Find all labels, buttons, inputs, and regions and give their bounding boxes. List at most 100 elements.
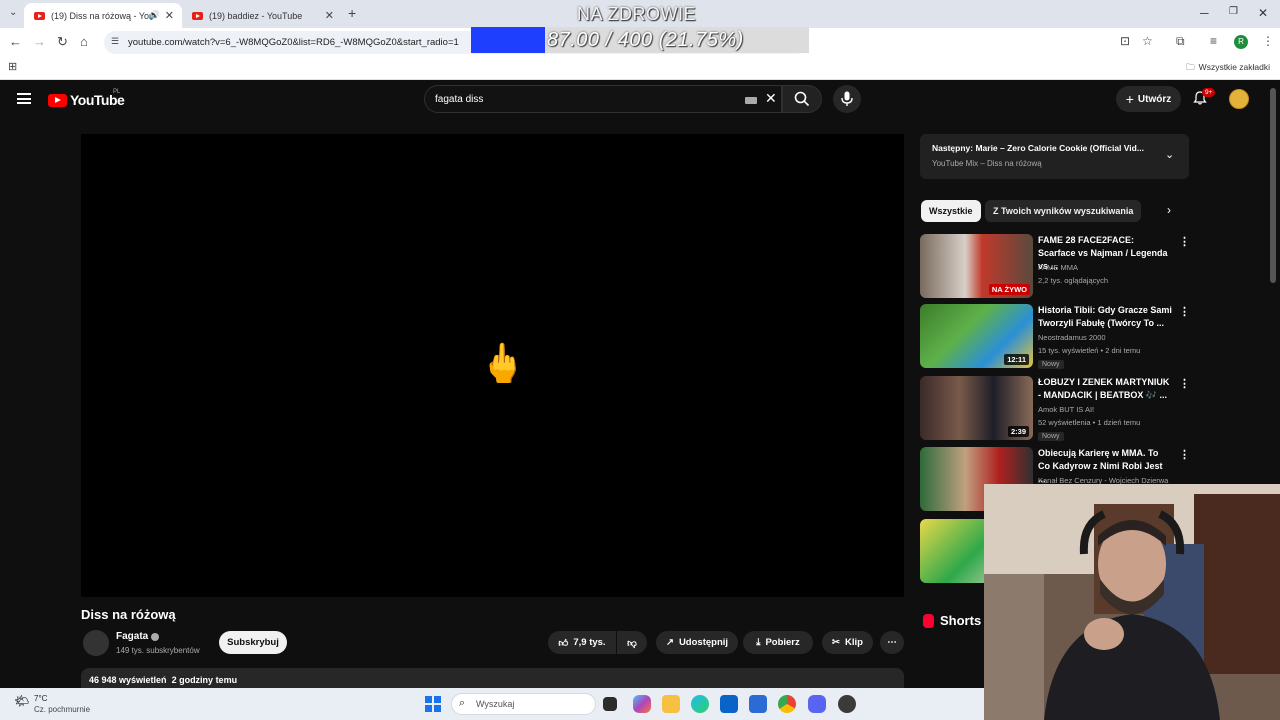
up-next-panel[interactable]: Następny: Marie – Zero Calorie Cookie (O… xyxy=(920,134,1189,179)
download-label: Pobierz xyxy=(765,637,800,648)
tab-audio-icon[interactable]: 🔊 xyxy=(149,10,160,21)
search-query: fagata diss xyxy=(435,94,484,105)
related-video[interactable]: NA ŻYWO FAME 28 FACE2FACE: Scarface vs N… xyxy=(920,234,1190,298)
user-avatar[interactable] xyxy=(1229,89,1249,109)
video-title: Diss na różową xyxy=(81,607,176,622)
kebab-menu-icon[interactable]: ⋮ xyxy=(1179,377,1190,390)
voice-search-button[interactable] xyxy=(833,85,861,113)
home-icon[interactable]: ⌂ xyxy=(80,34,88,49)
share-button[interactable]: ↗ Udostępnij xyxy=(656,631,738,654)
chip-all[interactable]: Wszystkie xyxy=(921,200,981,222)
task-view-icon[interactable] xyxy=(603,697,617,711)
microphone-icon xyxy=(841,91,853,106)
webcam-overlay xyxy=(984,484,1280,720)
discord-icon[interactable] xyxy=(808,695,826,713)
restore-icon[interactable]: ❐ xyxy=(1229,6,1238,17)
all-bookmarks-link[interactable]: 🗀 Wszystkie zakładki xyxy=(1186,62,1270,76)
new-tab-icon[interactable]: + xyxy=(348,5,356,21)
subscribe-button[interactable]: Subskrybuj xyxy=(219,631,287,654)
kebab-menu-icon[interactable]: ⋮ xyxy=(1179,305,1190,318)
outlook-icon[interactable] xyxy=(720,695,738,713)
like-button[interactable]: 👍︎ 7,9 tys. xyxy=(548,631,616,654)
thumbs-up-icon: 👍︎ xyxy=(558,637,569,649)
edge-icon[interactable] xyxy=(691,695,709,713)
chevron-down-icon[interactable]: ⌄ xyxy=(1165,148,1174,161)
related-channel: Amok BUT IS AI! xyxy=(1038,405,1095,414)
related-video[interactable]: 12:11 Historia Tibii: Gdy Gracze Sami Tw… xyxy=(920,304,1190,369)
youtube-play-icon xyxy=(48,93,67,107)
folder-icon: 🗀 xyxy=(1186,62,1195,72)
related-video[interactable]: 2:39 ŁOBUZY I ZENEK MARTYNIUK - MANDACIK… xyxy=(920,376,1190,441)
reload-icon[interactable]: ↻ xyxy=(57,34,68,50)
tab-close-icon[interactable]: ✕ xyxy=(165,9,174,22)
media-controls-icon[interactable]: ≡ xyxy=(1210,34,1217,48)
clip-button[interactable]: ✂ Klip xyxy=(822,631,873,654)
tab-search-icon[interactable]: ⌄ xyxy=(9,7,17,18)
duration-badge: 12:11 xyxy=(1004,354,1029,365)
video-player[interactable]: 🖕 xyxy=(81,134,904,597)
share-icon: ↗ xyxy=(665,637,674,648)
chevron-right-icon[interactable]: › xyxy=(1167,203,1171,217)
video-thumbnail[interactable]: 2:39 xyxy=(920,376,1033,440)
store-icon[interactable] xyxy=(749,695,767,713)
tab-close-icon[interactable]: ✕ xyxy=(325,9,334,22)
dislike-button[interactable]: 👎︎ xyxy=(617,631,647,654)
shorts-heading: Shorts xyxy=(923,613,981,628)
stream-goal-text: 87.00 / 400 (21.75%) xyxy=(547,29,744,51)
channel-avatar[interactable] xyxy=(83,630,109,656)
copilot-icon[interactable] xyxy=(633,695,651,713)
back-icon[interactable]: ← xyxy=(9,34,22,49)
file-explorer-icon[interactable] xyxy=(662,695,680,713)
forward-icon[interactable]: → xyxy=(33,34,46,49)
taskbar-search-placeholder: Wyszukaj xyxy=(476,699,515,709)
video-thumbnail[interactable]: NA ŻYWO xyxy=(920,234,1033,298)
windows-taskbar: 🌤 7°C Cz. pochmurnie ⌕ Wyszukaj xyxy=(0,688,984,720)
notification-count-badge: 9+ xyxy=(1202,88,1216,97)
search-input[interactable]: fagata diss ✕ xyxy=(424,85,782,113)
browser-menu-icon[interactable]: ⋮ xyxy=(1262,34,1274,48)
hamburger-menu-icon[interactable] xyxy=(17,93,31,104)
tab-baddiez[interactable]: (19) baddiez - YouTube ✕ xyxy=(182,3,342,28)
apps-grid-icon[interactable]: ⊞ xyxy=(8,60,17,73)
scrollbar[interactable] xyxy=(1270,88,1276,283)
up-next-subtitle: YouTube Mix – Diss na różową xyxy=(932,159,1042,168)
duration-badge: 2:39 xyxy=(1007,426,1029,437)
install-app-icon[interactable]: ⊡ xyxy=(1120,34,1130,48)
download-icon: ⤓ xyxy=(756,637,761,648)
site-info-icon[interactable]: ☰ xyxy=(111,36,119,47)
weather-icon[interactable]: 🌤 xyxy=(14,694,29,708)
related-meta: 15 tys. wyświetleń • 2 dni temu xyxy=(1038,346,1141,355)
chrome-icon[interactable] xyxy=(778,695,796,713)
tab-label: (19) baddiez - YouTube xyxy=(209,10,303,21)
subscriber-count: 149 tys. subskrybentów xyxy=(116,646,200,655)
video-meta: 46 948 wyświetleń 2 godziny temu xyxy=(89,675,237,685)
profile-avatar[interactable]: R xyxy=(1234,35,1248,49)
kebab-menu-icon[interactable]: ⋮ xyxy=(1179,235,1190,248)
stream-goal-fill xyxy=(471,27,545,53)
create-label: Utwórz xyxy=(1137,93,1172,105)
channel-name[interactable]: Fagata xyxy=(116,631,148,642)
new-badge: Nowy xyxy=(1038,432,1064,441)
download-button[interactable]: ⤓ Pobierz xyxy=(743,631,813,654)
keyboard-icon[interactable] xyxy=(745,97,757,104)
chip-from-search[interactable]: Z Twoich wyników wyszukiwania xyxy=(985,200,1142,222)
taskbar-search-input[interactable]: ⌕ Wyszukaj xyxy=(451,693,596,715)
bookmarks-bar: ⊞ 🗀 Wszystkie zakładki xyxy=(0,56,1280,80)
video-thumbnail[interactable]: 12:11 xyxy=(920,304,1033,368)
minimize-icon[interactable]: ─ xyxy=(1200,6,1209,20)
search-button[interactable] xyxy=(782,85,822,113)
clear-search-icon[interactable]: ✕ xyxy=(765,90,777,107)
more-actions-button[interactable]: ⋯ xyxy=(880,631,904,654)
close-window-icon[interactable]: ✕ xyxy=(1258,6,1268,20)
url-text: youtube.com/watch?v=6_-W8MQGoZ0&list=RD6… xyxy=(128,37,459,48)
kebab-menu-icon[interactable]: ⋮ xyxy=(1179,448,1190,461)
like-count: 7,9 tys. xyxy=(573,637,606,648)
more-icon: ⋯ xyxy=(887,637,897,648)
app-icon[interactable] xyxy=(838,695,856,713)
description-box[interactable]: 46 948 wyświetleń 2 godziny temu xyxy=(81,668,904,688)
bookmark-star-icon[interactable]: ☆ xyxy=(1142,34,1153,48)
extensions-icon[interactable]: ⧉ xyxy=(1176,34,1185,49)
windows-start-icon[interactable] xyxy=(425,696,441,712)
tab-diss-na-rozowa[interactable]: (19) Diss na różową - YouTube 🔊 ✕ xyxy=(24,3,182,28)
create-button[interactable]: + Utwórz xyxy=(1116,86,1181,112)
